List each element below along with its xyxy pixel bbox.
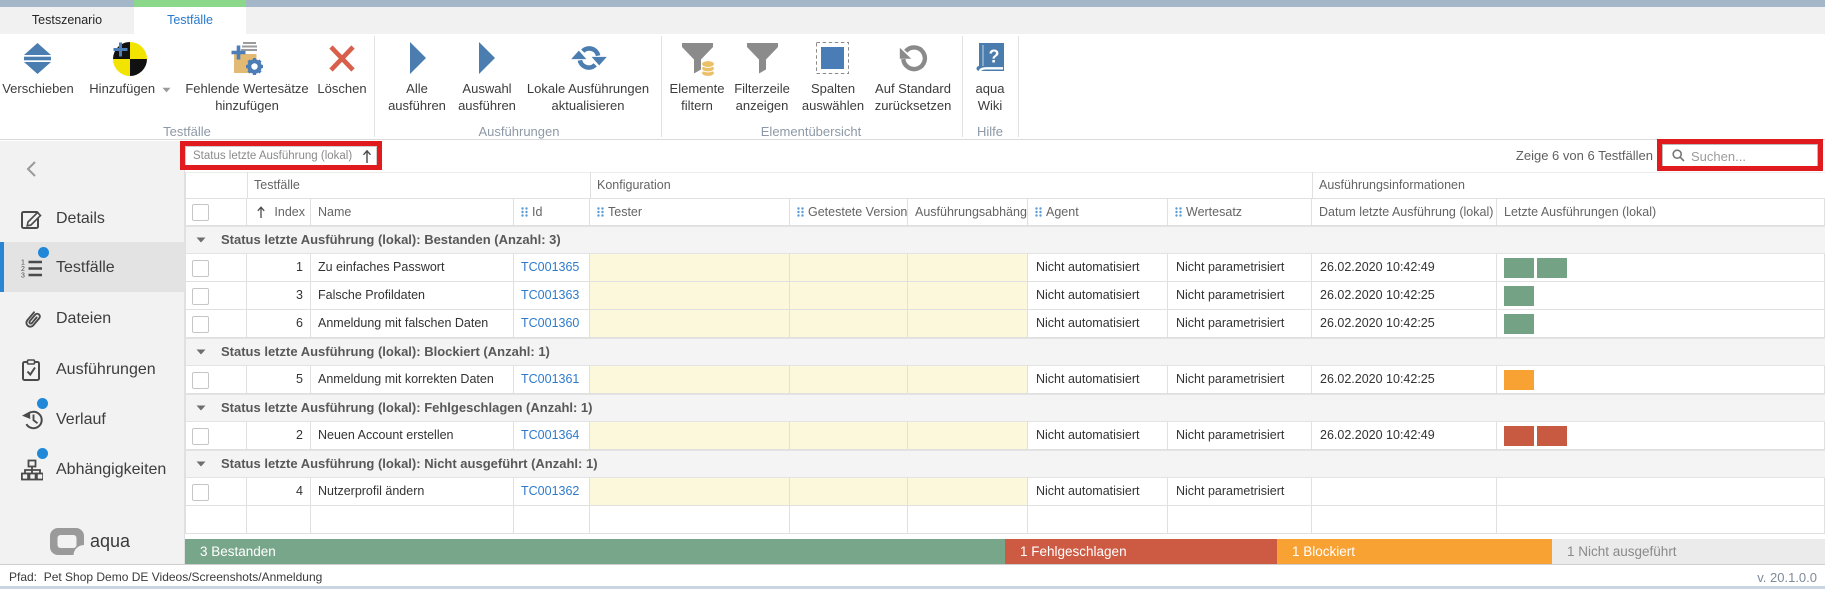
svg-text:?: ? (989, 47, 1000, 67)
svg-text:3: 3 (21, 273, 25, 280)
